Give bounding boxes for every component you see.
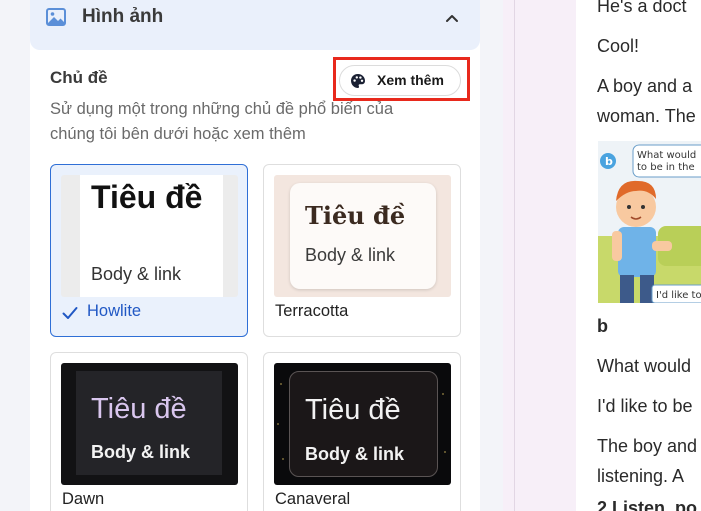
theme-preview: Tiêu đề Body & link	[61, 363, 238, 485]
doc-line: A boy and a	[597, 76, 693, 96]
doc-line: b	[597, 316, 608, 336]
theme-tile-terracotta[interactable]: Tiêu đề Body & link Terracotta	[263, 164, 461, 337]
speech-bubble-line: What would	[637, 150, 696, 161]
doc-line: 2 Listen, po	[597, 498, 698, 511]
document-page[interactable]: He's a doct Cool! A boy and a woman. The…	[576, 0, 701, 511]
star-dot	[444, 451, 446, 453]
speech-bubble-line: to be in the	[637, 162, 695, 173]
doc-line: I'd like to be	[597, 396, 693, 416]
theme-preview: Tiêu đề Body & link	[274, 175, 451, 297]
star-dot	[277, 423, 279, 425]
star-dot	[282, 458, 284, 460]
theme-name: Howlite	[87, 302, 142, 320]
theme-name: Dawn	[62, 490, 105, 508]
theme-name: Canaveral	[275, 490, 351, 508]
highlight-box	[333, 57, 470, 101]
preview-title: Tiêu đề	[305, 201, 406, 230]
preview-body: Body & link	[91, 264, 182, 284]
theme-preview: Tiêu đề Body & link	[61, 175, 238, 297]
theme-description: Sử dụng một trong những chủ đề phổ biến …	[50, 100, 394, 143]
picture-label: b	[605, 155, 613, 168]
image-icon	[46, 8, 66, 26]
chevron-up-icon[interactable]	[444, 10, 460, 26]
star-dot	[280, 383, 282, 385]
theme-tile-howlite[interactable]: Tiêu đề Body & link Howlite	[50, 164, 248, 337]
theme-tile-canaveral[interactable]: Tiêu đề Body & link Canaveral	[263, 352, 461, 511]
preview-body: Body & link	[305, 245, 396, 265]
doc-line: The boy and	[597, 436, 698, 456]
speech-bubble-line: I'd like to	[656, 290, 701, 301]
section-title: Hình ảnh	[82, 6, 164, 27]
doc-line: listening. A	[597, 466, 685, 486]
preview-body: Body & link	[91, 442, 191, 462]
preview-title: Tiêu đề	[91, 179, 203, 215]
doc-line: Cool!	[597, 36, 640, 56]
theme-tile-dawn[interactable]: Tiêu đề Body & link Dawn	[50, 352, 248, 511]
divider	[514, 0, 515, 511]
doc-line: He's a doct	[597, 0, 687, 16]
star-dot	[442, 393, 444, 395]
theme-preview: Tiêu đề Body & link	[274, 363, 451, 485]
theme-label: Chủ đề	[50, 68, 108, 87]
theme-name: Terracotta	[275, 302, 349, 320]
doc-line: woman. The	[597, 106, 696, 126]
check-icon	[62, 307, 78, 319]
preview-title: Tiêu đề	[305, 394, 401, 426]
preview-title: Tiêu đề	[91, 393, 187, 425]
illustration-image: b What would to be in the I'd like to	[598, 141, 701, 303]
preview-body: Body & link	[305, 444, 405, 464]
images-section-header[interactable]: Hình ảnh	[30, 0, 480, 50]
doc-line: What would	[597, 356, 692, 376]
boy-illustration: b What would to be in the I'd like to	[598, 141, 701, 303]
